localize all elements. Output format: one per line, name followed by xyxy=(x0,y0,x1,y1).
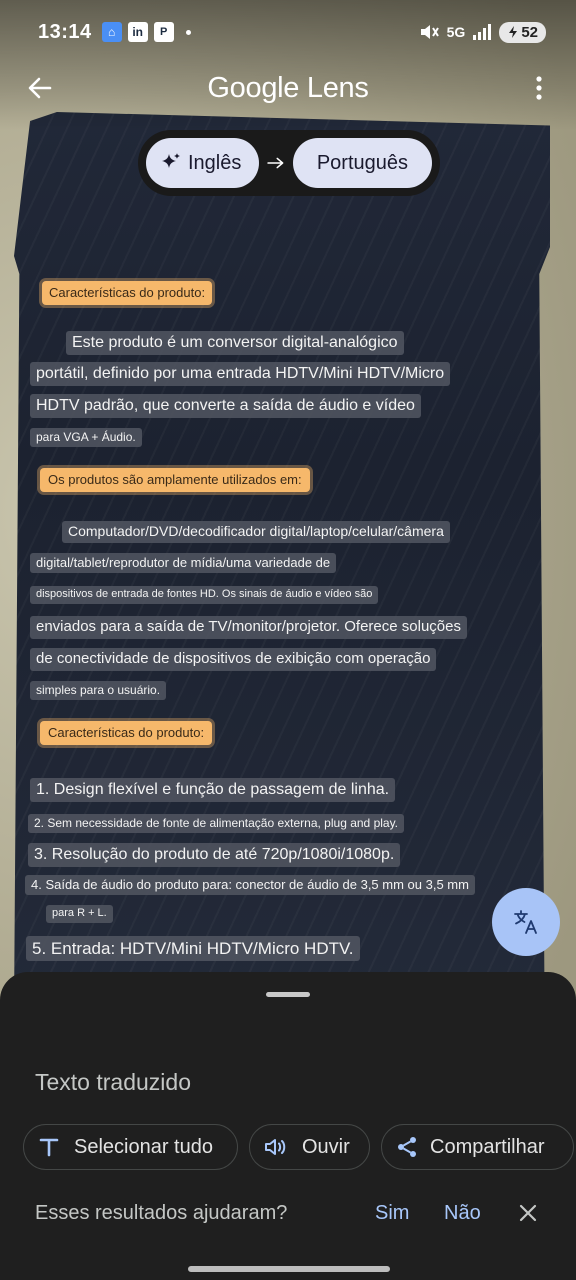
overlay-line[interactable]: simples para o usuário. xyxy=(30,681,167,700)
overlay-heading[interactable]: Características do produto: xyxy=(42,281,213,306)
action-buttons: Selecionar tudo Ouvir Compartilhar xyxy=(23,1124,576,1170)
overlay-line[interactable]: 3. Resolução do produto de até 720p/1080… xyxy=(28,843,401,867)
listen-label: Ouvir xyxy=(302,1135,350,1158)
overlay-line[interactable]: dispositivos de entrada de fontes HD. Os… xyxy=(30,586,379,604)
overlay-heading[interactable]: Os produtos são amplamente utilizados em… xyxy=(40,468,310,493)
home-indicator[interactable] xyxy=(188,1266,390,1272)
overlay-line[interactable]: para R + L. xyxy=(46,905,113,923)
share-label: Compartilhar xyxy=(430,1135,545,1158)
feedback-row: Esses resultados ajudaram? Sim Não xyxy=(35,1200,555,1230)
overlay-line[interactable]: HDTV padrão, que converte a saída de áud… xyxy=(30,394,421,418)
speaker-icon xyxy=(265,1139,286,1155)
feedback-yes-button[interactable]: Sim xyxy=(375,1202,409,1225)
overlay-heading[interactable]: Características do produto: xyxy=(40,721,213,746)
share-icon xyxy=(398,1137,416,1157)
listen-button[interactable]: Ouvir xyxy=(249,1124,370,1170)
overlay-line[interactable]: enviados para a saída de TV/monitor/proj… xyxy=(30,616,467,639)
overlay-line[interactable]: 2. Sem necessidade de fonte de alimentaç… xyxy=(28,814,405,833)
select-all-label: Selecionar tudo xyxy=(74,1135,213,1158)
translate-icon xyxy=(514,910,537,934)
translation-overlay: Características do produto: Este produto… xyxy=(0,0,576,980)
select-all-button[interactable]: Selecionar tudo xyxy=(23,1124,238,1170)
overlay-line[interactable]: Este produto é um conversor digital-anal… xyxy=(66,331,404,355)
overlay-line[interactable]: de conectividade de dispositivos de exib… xyxy=(30,648,437,671)
translated-text-sheet: Texto traduzido Selecionar tudo Ouvir Co… xyxy=(0,972,576,1280)
feedback-question: Esses resultados ajudaram? xyxy=(35,1202,288,1224)
share-button[interactable]: Compartilhar xyxy=(381,1124,574,1170)
overlay-line[interactable]: digital/tablet/reprodutor de mídia/uma v… xyxy=(30,553,337,574)
translate-fab-button[interactable] xyxy=(492,888,560,956)
text-icon xyxy=(39,1138,59,1157)
overlay-line[interactable]: Computador/DVD/decodificador digital/lap… xyxy=(62,521,450,543)
sheet-drag-handle[interactable] xyxy=(266,992,310,997)
overlay-line[interactable]: 4. Saída de áudio do produto para: conec… xyxy=(25,875,475,896)
overlay-line[interactable]: portátil, definido por uma entrada HDTV/… xyxy=(30,362,451,386)
overlay-line[interactable]: 1. Design flexível e função de passagem … xyxy=(30,778,396,802)
sheet-title: Texto traduzido xyxy=(35,1069,191,1095)
overlay-line[interactable]: 5. Entrada: HDTV/Mini HDTV/Micro HDTV. xyxy=(26,936,360,962)
overlay-line[interactable]: para VGA + Áudio. xyxy=(30,428,142,447)
feedback-no-button[interactable]: Não xyxy=(444,1202,481,1225)
close-icon[interactable] xyxy=(515,1200,541,1226)
